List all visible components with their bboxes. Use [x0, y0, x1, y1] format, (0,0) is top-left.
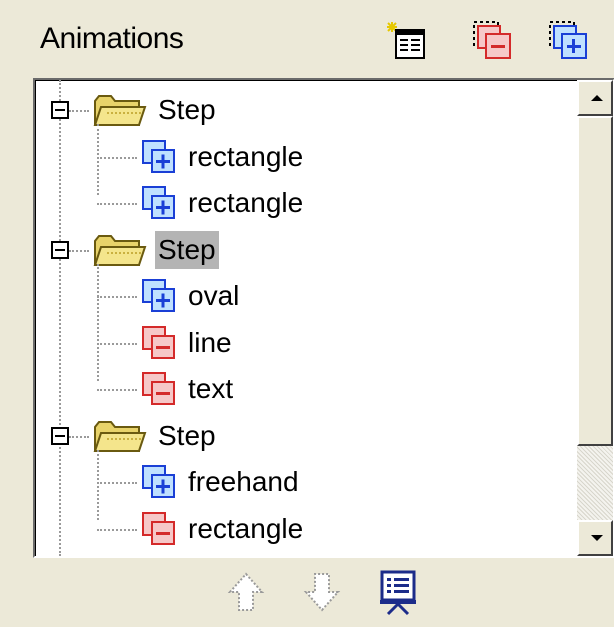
collapse-toggle-icon[interactable]: [51, 426, 69, 445]
panel-title: Animations: [40, 22, 184, 55]
effect-label[interactable]: freehand: [185, 463, 302, 501]
folder-icon: [93, 233, 147, 267]
folder-icon: [93, 419, 147, 453]
tree-connector: [69, 110, 89, 112]
panel-footer: [0, 556, 614, 627]
tree-connector: [97, 296, 137, 298]
remove-effect-icon: [141, 371, 177, 407]
add-effect-icon: [549, 21, 587, 59]
remove-effect-button[interactable]: [470, 18, 516, 64]
animation-tree[interactable]: Step rectangle rectangle Step oval line text St…: [33, 78, 614, 558]
add-effect-icon: [141, 185, 177, 221]
scroll-up-button[interactable]: [577, 80, 613, 116]
tree-connector: [97, 528, 137, 531]
step-label[interactable]: Step: [155, 91, 219, 129]
tree-connector: [69, 249, 89, 252]
folder-icon: [93, 93, 147, 127]
vertical-scrollbar[interactable]: [577, 80, 613, 556]
add-effect-icon: [141, 464, 177, 500]
effect-label[interactable]: rectangle: [185, 184, 306, 222]
tree-connector: [97, 203, 137, 205]
presentation-button[interactable]: [374, 568, 422, 616]
add-effect-icon: [141, 139, 177, 175]
effect-label[interactable]: text: [185, 370, 236, 408]
move-up-arrow-icon: [227, 572, 265, 611]
effect-label[interactable]: rectangle: [185, 138, 306, 176]
effect-label[interactable]: rectangle: [185, 510, 306, 548]
remove-effect-icon: [141, 511, 177, 547]
new-step-icon: [387, 22, 425, 59]
panel-header: Animations: [0, 0, 614, 80]
remove-effect-icon: [141, 325, 177, 361]
remove-effect-icon: [473, 21, 511, 59]
step-label[interactable]: Step: [155, 230, 219, 269]
tree-connector: [97, 156, 137, 159]
move-down-button[interactable]: [298, 568, 346, 616]
tree-connector: [97, 482, 137, 484]
scroll-up-arrow-icon: [591, 95, 603, 101]
step-label[interactable]: Step: [155, 417, 219, 455]
collapse-toggle-icon[interactable]: [51, 240, 69, 259]
tree-content: Step rectangle rectangle Step oval line text St…: [35, 80, 575, 556]
add-effect-button[interactable]: [546, 18, 592, 64]
tree-connector: [97, 342, 137, 345]
scroll-thumb[interactable]: [577, 116, 613, 446]
add-effect-icon: [141, 278, 177, 314]
presentation-icon: [380, 570, 416, 616]
new-step-button[interactable]: [386, 18, 432, 64]
tree-connector: [97, 389, 137, 391]
effect-label[interactable]: line: [185, 324, 235, 362]
effect-label[interactable]: oval: [185, 277, 242, 315]
move-up-button[interactable]: [222, 568, 270, 616]
move-down-arrow-icon: [303, 573, 341, 612]
collapse-toggle-icon[interactable]: [51, 101, 69, 119]
scroll-down-arrow-icon: [591, 535, 603, 541]
animations-panel: Animations Step rectangle rectangle Step…: [0, 0, 614, 627]
tree-connector: [69, 435, 89, 438]
scroll-down-button[interactable]: [577, 520, 613, 556]
